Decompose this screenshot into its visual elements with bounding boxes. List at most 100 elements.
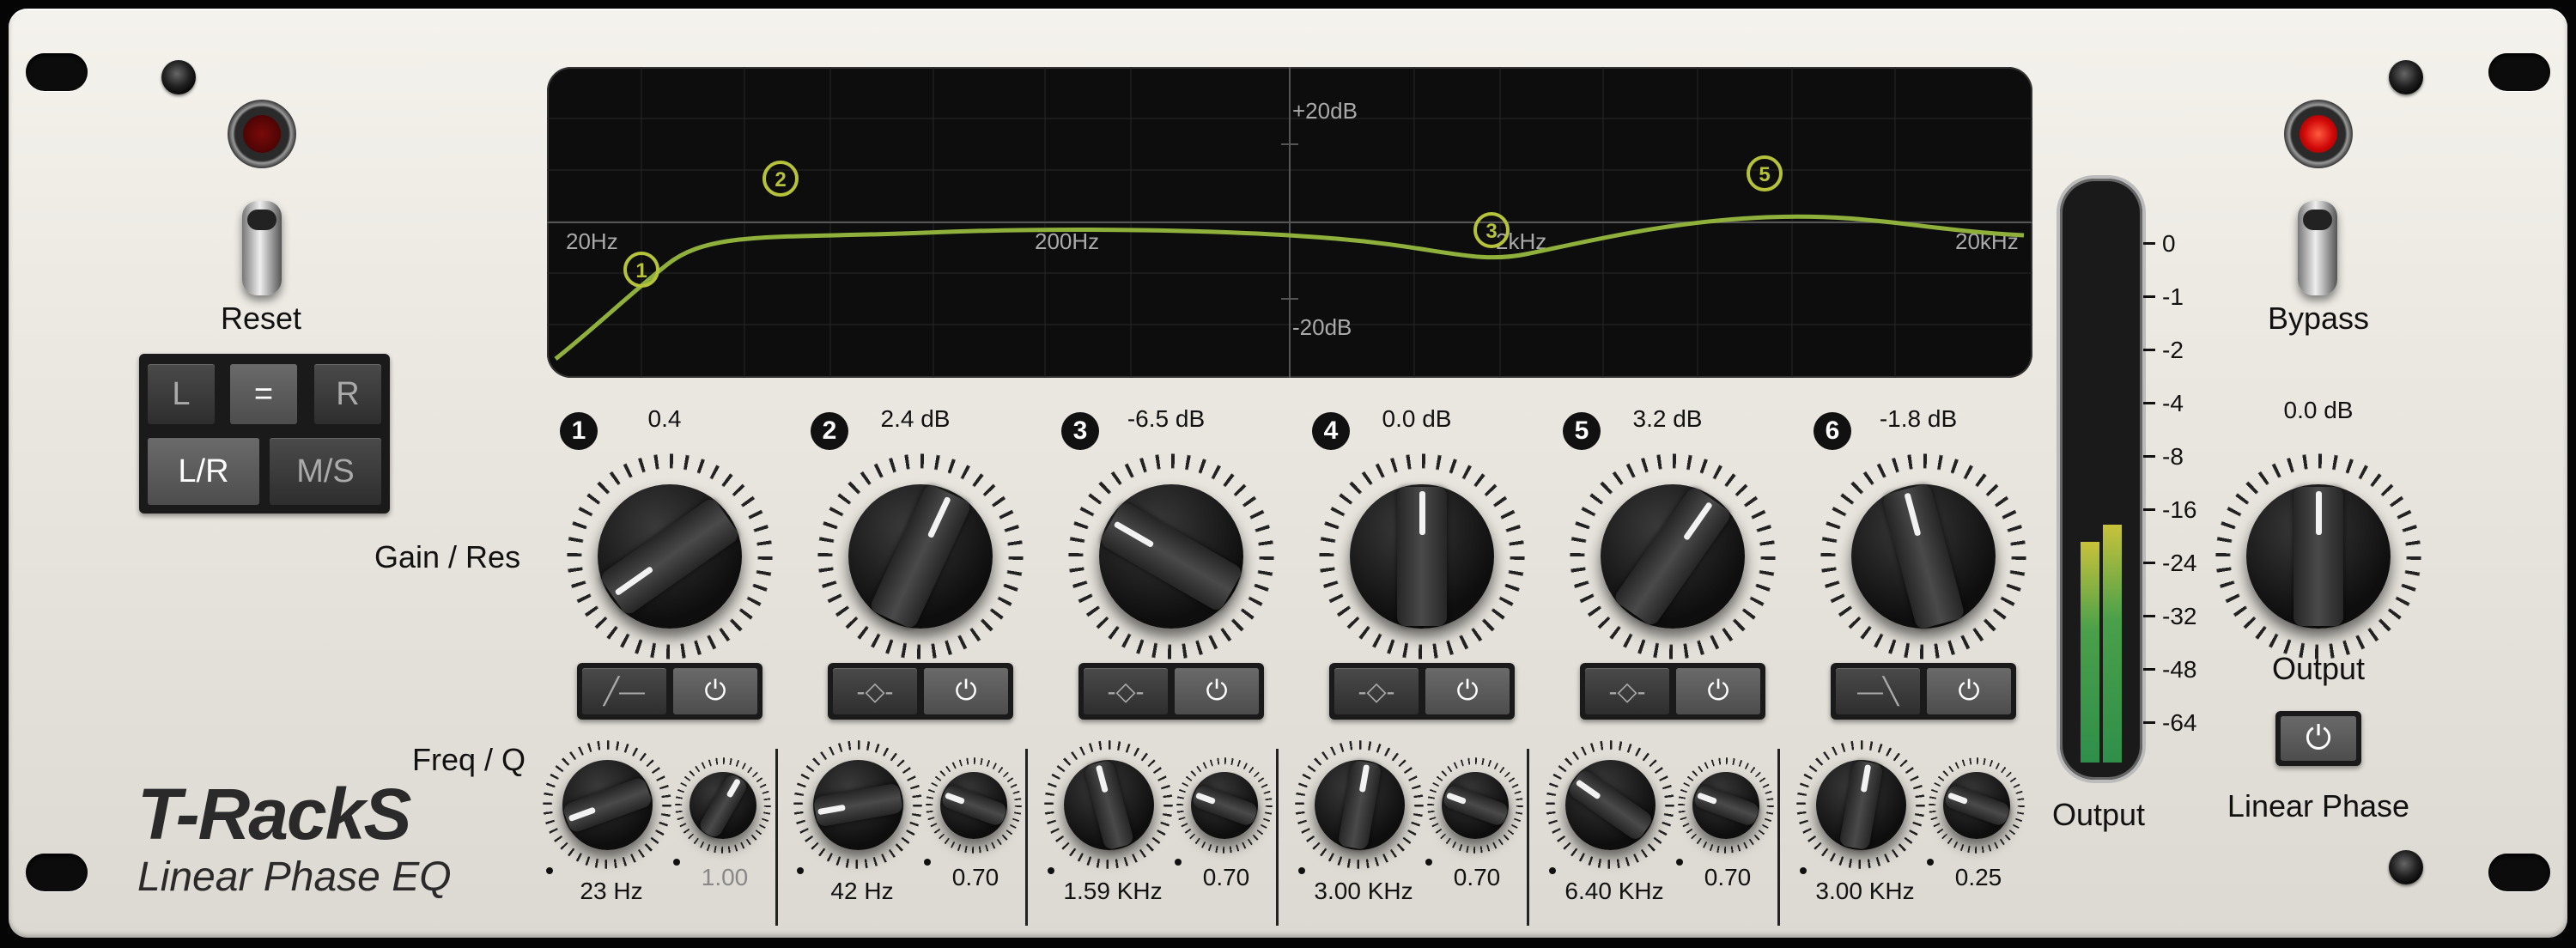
band-5-gain-knob[interactable] [1570, 453, 1776, 659]
graph-db-top-label: +20dB [1292, 98, 1358, 124]
knob-body [1063, 758, 1154, 851]
band-number-badge: 5 [1563, 412, 1601, 450]
meter-tick [2143, 295, 2155, 298]
channel-right-button[interactable]: R [314, 364, 381, 424]
knob-min-dot [1800, 867, 1807, 874]
freq-q-row-label: Freq / Q [412, 742, 526, 777]
power-icon[interactable]: ⏻ [1927, 668, 2011, 714]
band-1-q-knob[interactable] [675, 757, 771, 854]
plugin-panel: Reset L = R L/R M/S +20dB -20dB 20Hz 200… [9, 9, 2567, 938]
meter-scale-label: -1 [2162, 283, 2184, 310]
output-gain-value: 0.0 dB [2283, 397, 2354, 423]
band-3-q-knob[interactable] [1176, 757, 1273, 854]
band-gain-value: 0.0 dB [1382, 405, 1452, 432]
band-handle-label: 1 [635, 259, 647, 283]
power-icon[interactable]: ⏻ [924, 668, 1008, 714]
band-1-high-pass-icon[interactable]: ╱— [582, 668, 666, 714]
band-2-freq-knob[interactable] [793, 740, 922, 869]
rack-ear-slot [2488, 854, 2550, 891]
knob-body [1350, 484, 1494, 629]
graph-freq-label: 20Hz [566, 228, 618, 254]
band-divider [1527, 749, 1529, 926]
band-freq-value: 42 Hz [830, 878, 894, 904]
linear-phase-label: Linear Phase [2227, 788, 2410, 823]
channel-mode-selector: L = R L/R M/S [139, 354, 390, 514]
knob-body [1692, 771, 1760, 840]
meter-scale-label: -4 [2162, 390, 2184, 416]
band-5-q-knob[interactable] [1678, 757, 1774, 854]
band-6-freq-knob[interactable] [1796, 740, 1925, 869]
band-q-value: 0.70 [1453, 864, 1501, 890]
knob-min-dot [673, 859, 680, 866]
knob-min-dot [546, 867, 553, 874]
band-5-freq-knob[interactable] [1546, 740, 1674, 869]
meter-tick [2143, 349, 2155, 351]
band-2-bell-icon[interactable]: -◇- [833, 668, 917, 714]
product-name: Linear Phase EQ [137, 854, 452, 900]
meter-scale-label: 0 [2162, 230, 2176, 257]
channel-left-button[interactable]: L [148, 364, 215, 424]
band-2-q-knob[interactable] [926, 757, 1022, 854]
band-4-bell-icon[interactable]: -◇- [1334, 668, 1419, 714]
knob-body [1190, 771, 1259, 840]
band-3-bell-icon[interactable]: -◇- [1084, 668, 1168, 714]
meter-bar-left [2081, 541, 2099, 763]
band-2-controls: -◇- ⏻ [828, 663, 1013, 720]
band-6-q-knob[interactable] [1929, 757, 2025, 854]
band-5-bell-icon[interactable]: -◇- [1585, 668, 1669, 714]
knob-min-dot [1048, 867, 1054, 874]
screw-icon [2389, 850, 2423, 884]
meter-scale-label: -32 [2162, 603, 2197, 629]
band-divider [775, 749, 778, 926]
knob-body [1564, 759, 1656, 850]
band-divider [1025, 749, 1028, 926]
band-6-controls: —╲ ⏻ [1831, 663, 2016, 720]
band-number-badge: 1 [560, 412, 598, 450]
band-number-badge: 2 [811, 412, 848, 450]
band-4-q-knob[interactable] [1427, 757, 1523, 854]
mid-side-button[interactable]: M/S [270, 438, 381, 505]
output-gain-knob[interactable] [2215, 453, 2421, 659]
knob-body [939, 771, 1008, 840]
knob-body [2246, 484, 2391, 629]
band-2-gain-knob[interactable] [817, 453, 1024, 659]
band-q-value: 0.70 [1704, 864, 1752, 890]
meter-scale-label: -8 [2162, 443, 2184, 470]
band-1-gain-knob[interactable] [567, 453, 773, 659]
band-3-freq-knob[interactable] [1044, 740, 1173, 869]
band-6-gain-knob[interactable] [1820, 453, 2026, 659]
band-q-value: 0.25 [1954, 864, 2002, 890]
eq-curve-display[interactable]: +20dB -20dB 20Hz 200Hz 2kHz 20kHz 1 2 3 … [547, 67, 2032, 378]
reset-toggle-switch[interactable] [242, 201, 282, 295]
bypass-label: Bypass [2267, 301, 2370, 336]
channel-link-button[interactable]: = [230, 364, 297, 424]
gain-res-row-label: Gain / Res [374, 539, 521, 574]
meter-tick [2143, 668, 2155, 671]
band-1-freq-knob[interactable] [543, 740, 671, 869]
meter-tick [2143, 508, 2155, 511]
knob-body [561, 759, 653, 850]
band-6-low-pass-icon[interactable]: —╲ [1836, 668, 1920, 714]
band-3-gain-knob[interactable] [1068, 453, 1274, 659]
knob-min-dot [1676, 859, 1683, 866]
power-icon[interactable]: ⏻ [1175, 668, 1259, 714]
knob-min-dot [1425, 859, 1432, 866]
band-number-badge: 4 [1312, 412, 1350, 450]
band-handle-label: 2 [775, 168, 786, 191]
stereo-lr-button[interactable]: L/R [148, 438, 259, 505]
screw-icon [2389, 60, 2423, 94]
band-4-freq-knob[interactable] [1295, 740, 1424, 869]
knob-pointer [2315, 491, 2322, 535]
bypass-toggle-switch[interactable] [2298, 201, 2337, 295]
band-divider [1276, 749, 1279, 926]
knob-body [1942, 771, 2011, 840]
linear-phase-power-button[interactable]: ⏻ [2275, 711, 2361, 766]
power-icon[interactable]: ⏻ [1425, 668, 1510, 714]
band-5-controls: -◇- ⏻ [1580, 663, 1765, 720]
t-racks-logo: T-RackS [137, 774, 411, 854]
band-number-badge: 3 [1061, 412, 1099, 450]
power-icon[interactable]: ⏻ [673, 668, 757, 714]
band-4-gain-knob[interactable] [1319, 453, 1525, 659]
power-icon[interactable]: ⏻ [1676, 668, 1760, 714]
meter-tick [2143, 721, 2155, 724]
